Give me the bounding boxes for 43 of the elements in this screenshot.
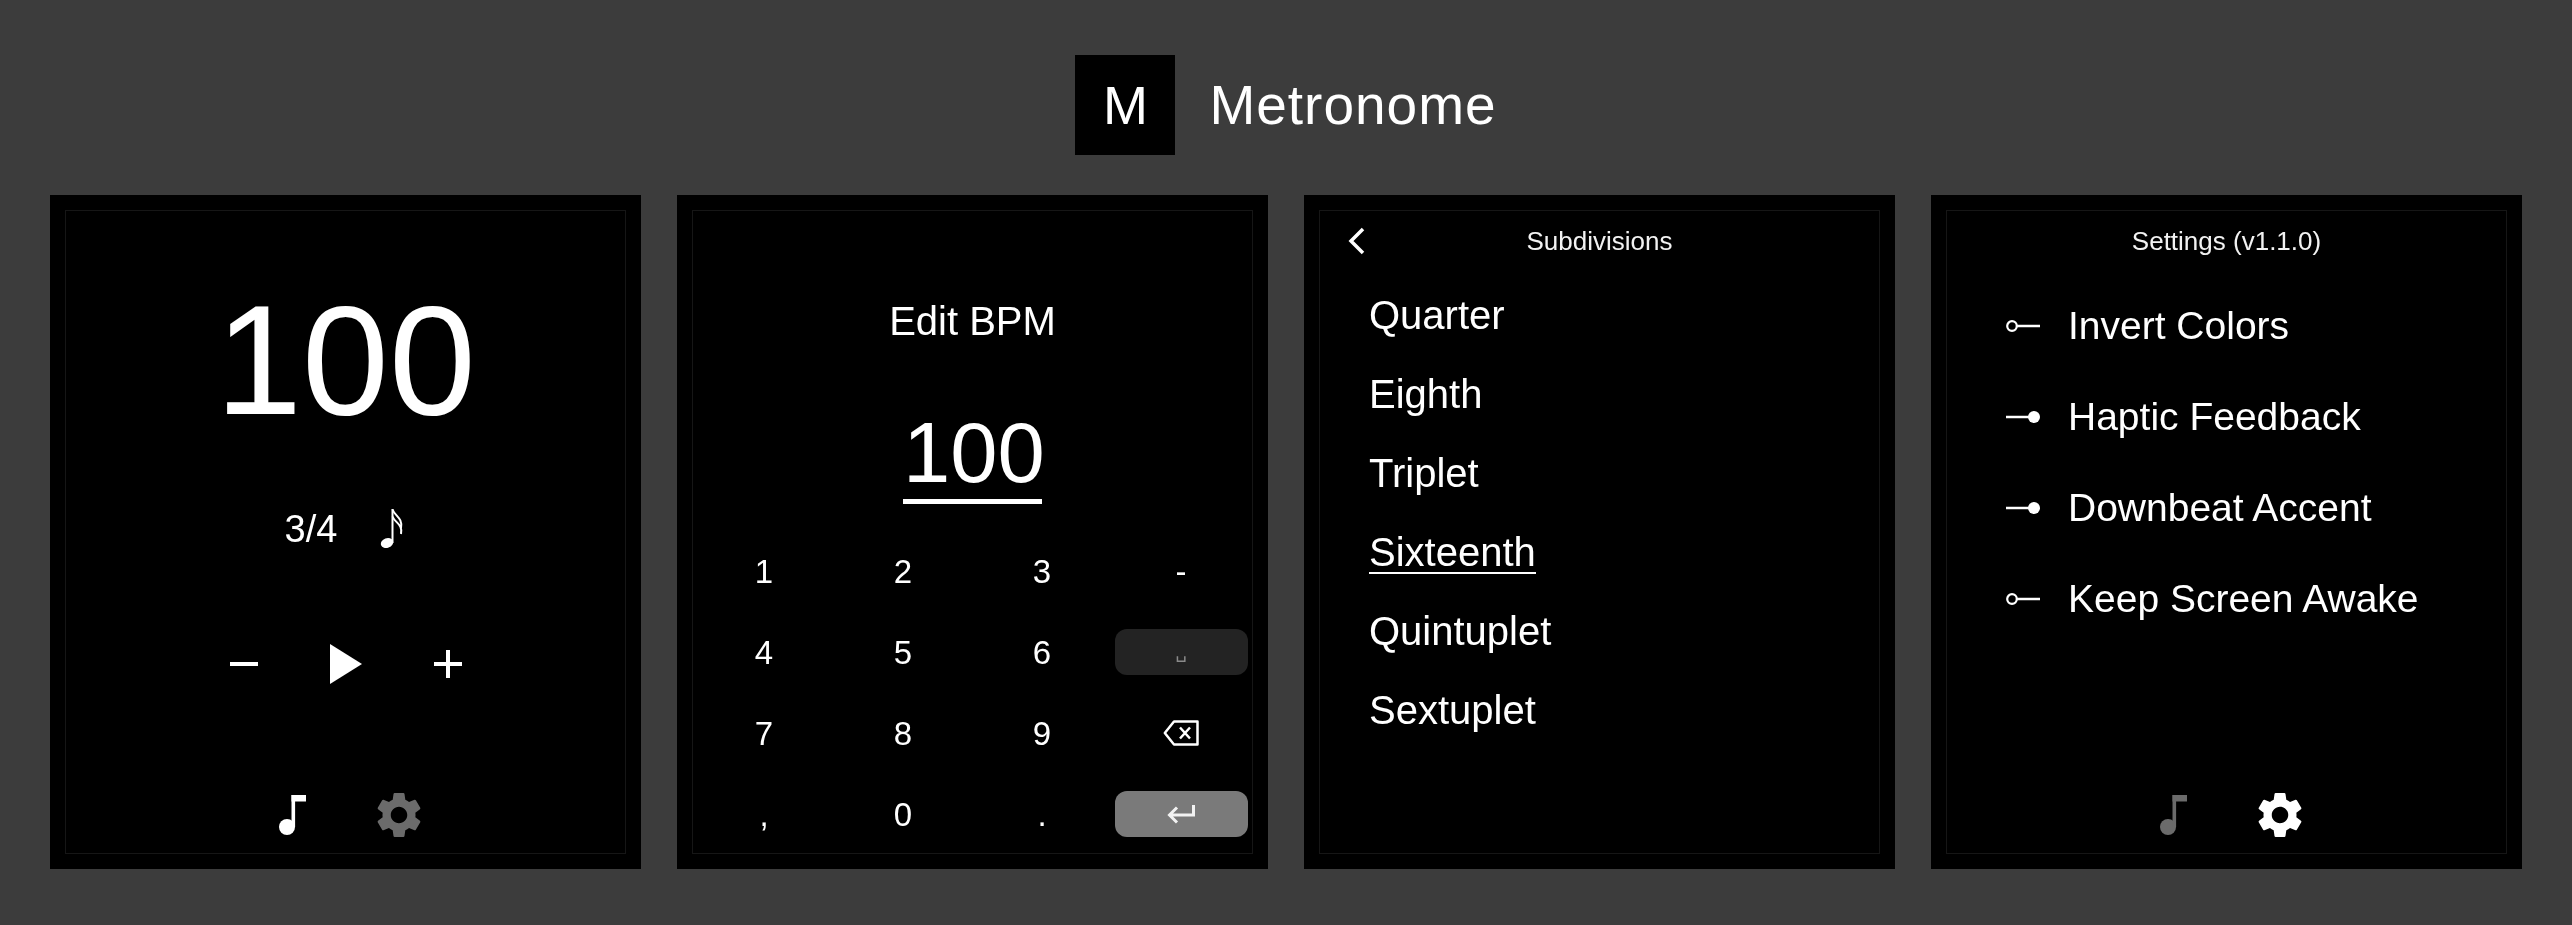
subdivision-option[interactable]: Triplet [1369, 453, 1479, 495]
time-signature-button[interactable]: 3/4 [284, 509, 338, 548]
back-button[interactable] [1348, 226, 1366, 256]
keypad-key[interactable]: 3 [975, 548, 1109, 594]
keypad-key[interactable]: 1 [697, 548, 831, 594]
keypad-key[interactable]: 4 [697, 629, 831, 675]
screen-title: Subdivisions [1526, 226, 1673, 256]
keypad-key[interactable]: 0 [836, 791, 970, 837]
subdivision-option[interactable]: Eighth [1369, 374, 1483, 416]
keypad-key[interactable]: 6 [975, 629, 1109, 675]
keypad-key[interactable]: 7 [697, 710, 831, 756]
decrease-button[interactable] [229, 662, 258, 666]
keypad-key[interactable]: 2 [836, 548, 970, 594]
app-title: Metronome [1209, 77, 1497, 133]
enter-icon [1166, 804, 1196, 824]
back-icon [1348, 226, 1366, 256]
setting-toggle[interactable]: Invert Colors [2006, 306, 2290, 345]
play-button[interactable] [329, 644, 362, 684]
setting-toggle[interactable]: Downbeat Accent [2006, 488, 2372, 527]
keypad-key[interactable]: 9 [975, 710, 1109, 756]
minus-icon [229, 662, 258, 666]
screen-title: Edit BPM [889, 301, 1056, 341]
plus-icon [433, 650, 462, 678]
keypad-key[interactable]: - [1114, 548, 1248, 594]
subdivision-option[interactable]: Sixteenth [1369, 532, 1536, 574]
keypad-key[interactable]: . [975, 791, 1109, 837]
subdivision-option[interactable]: Quintuplet [1369, 611, 1552, 653]
keypad-key[interactable]: 8 [836, 710, 970, 756]
screen-title: Settings (v1.1.0) [2131, 226, 2322, 256]
setting-toggle[interactable]: Haptic Feedback [2006, 397, 2361, 436]
setting-toggle[interactable]: Keep Screen Awake [2006, 579, 2419, 618]
tempo-display: 100 [215, 282, 476, 438]
bpm-input-field[interactable]: 100 [903, 410, 1042, 504]
app-logo: M [1075, 55, 1176, 155]
keypad-key[interactable]: , [697, 791, 831, 837]
play-icon [329, 644, 362, 684]
backspace-icon [1163, 720, 1199, 746]
space-key[interactable]: ␣ [1114, 629, 1248, 675]
enter-key[interactable] [1114, 791, 1248, 837]
subdivision-option[interactable]: Sextuplet [1369, 690, 1536, 732]
increase-button[interactable] [433, 650, 462, 678]
keypad-key[interactable]: 5 [836, 629, 970, 675]
subdivision-option[interactable]: Quarter [1369, 295, 1505, 337]
